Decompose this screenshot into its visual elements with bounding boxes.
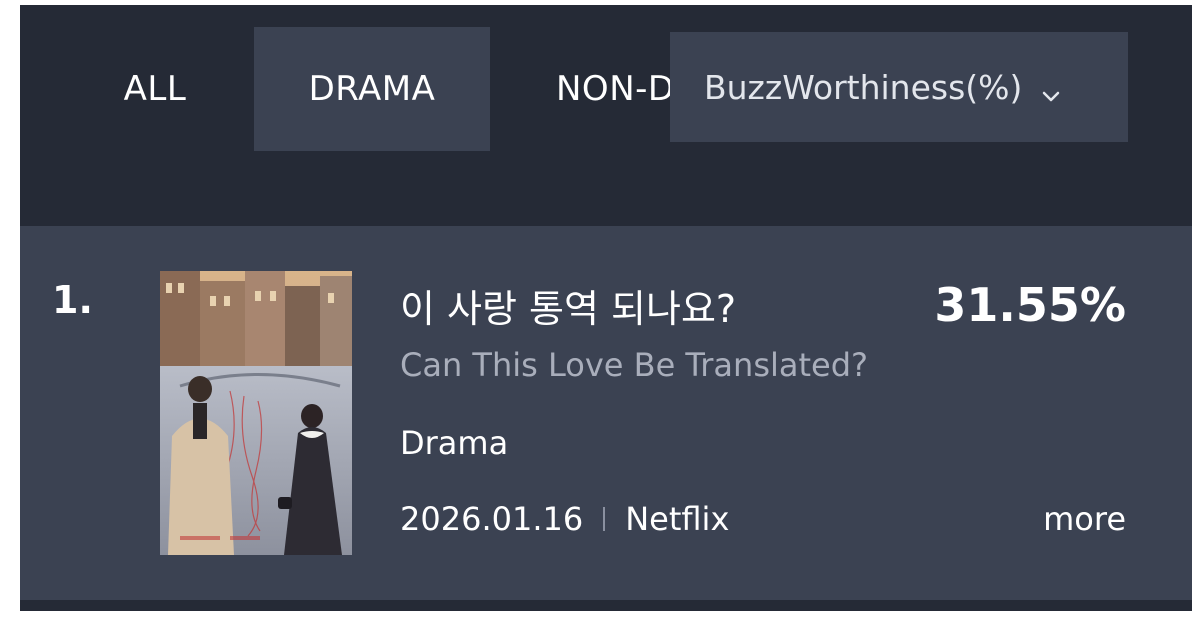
genre-label: Drama: [400, 424, 509, 462]
title-korean[interactable]: 이 사랑 통역 되나요?: [400, 278, 736, 333]
platform-name: Netflix: [625, 500, 730, 538]
release-date: 2026.01.16: [400, 500, 584, 538]
sort-dropdown-label: BuzzWorthiness(%): [704, 67, 1023, 107]
list-item[interactable]: 1. 이 사랑 통역 되나요? 31.55% Can This Love Be …: [20, 226, 1192, 600]
tab-drama[interactable]: DRAMA: [254, 27, 490, 151]
tab-all[interactable]: ALL: [100, 27, 210, 151]
meta-divider: [603, 507, 606, 531]
sort-dropdown[interactable]: BuzzWorthiness(%): [670, 32, 1128, 142]
title-english: Can This Love Be Translated?: [400, 346, 869, 384]
ranking-panel: ALL DRAMA NON-DRAMA BuzzWorthiness(%) 1.: [20, 5, 1192, 611]
more-link[interactable]: more: [1043, 500, 1126, 538]
poster-image[interactable]: [160, 271, 352, 555]
list-divider: [20, 600, 1192, 611]
buzz-score: 31.55%: [934, 278, 1126, 332]
chevron-down-icon: [1040, 76, 1062, 102]
category-tab-bar: ALL DRAMA NON-DRAMA BuzzWorthiness(%): [20, 5, 1192, 225]
rank-number: 1.: [52, 278, 93, 322]
meta-row: 2026.01.16 Netflix: [400, 500, 729, 538]
